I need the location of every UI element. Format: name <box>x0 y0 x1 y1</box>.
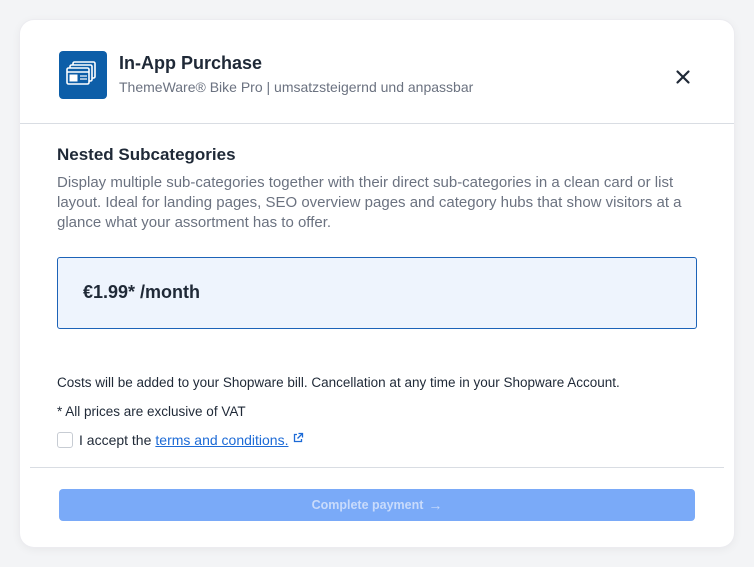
feature-title: Nested Subcategories <box>57 145 236 164</box>
app-window-icon <box>66 61 96 85</box>
modal-header: In-App Purchase ThemeWare® Bike Pro | um… <box>20 20 734 124</box>
terms-row: I accept the terms and conditions. <box>57 431 304 449</box>
price-option[interactable]: €1.99* /month <box>57 257 697 329</box>
modal-title: In-App Purchase <box>119 53 263 73</box>
feature-description: Display multiple sub-categories together… <box>57 174 682 231</box>
app-icon <box>59 51 107 99</box>
arrow-right-icon: → <box>428 497 443 513</box>
terms-checkbox[interactable] <box>57 432 73 448</box>
complete-payment-label: Complete payment <box>311 498 424 512</box>
close-button[interactable] <box>670 64 696 90</box>
purchase-modal: In-App Purchase ThemeWare® Bike Pro | um… <box>20 20 734 547</box>
complete-payment-button[interactable]: Complete payment → <box>59 489 695 521</box>
close-icon[interactable] <box>670 64 696 90</box>
terms-link[interactable]: terms and conditions. <box>155 432 288 448</box>
modal-subtitle: ThemeWare® Bike Pro | umsatzsteigernd un… <box>119 79 474 95</box>
vat-note: * All prices are exclusive of VAT <box>57 404 246 419</box>
terms-prefix: I accept the <box>79 432 152 448</box>
external-link-icon[interactable] <box>292 431 304 449</box>
price-label: €1.99* /month <box>83 282 201 302</box>
footer-divider <box>30 467 724 468</box>
feature-section: Nested Subcategories Display multiple su… <box>57 144 697 233</box>
costs-note: Costs will be added to your Shopware bil… <box>57 375 620 390</box>
